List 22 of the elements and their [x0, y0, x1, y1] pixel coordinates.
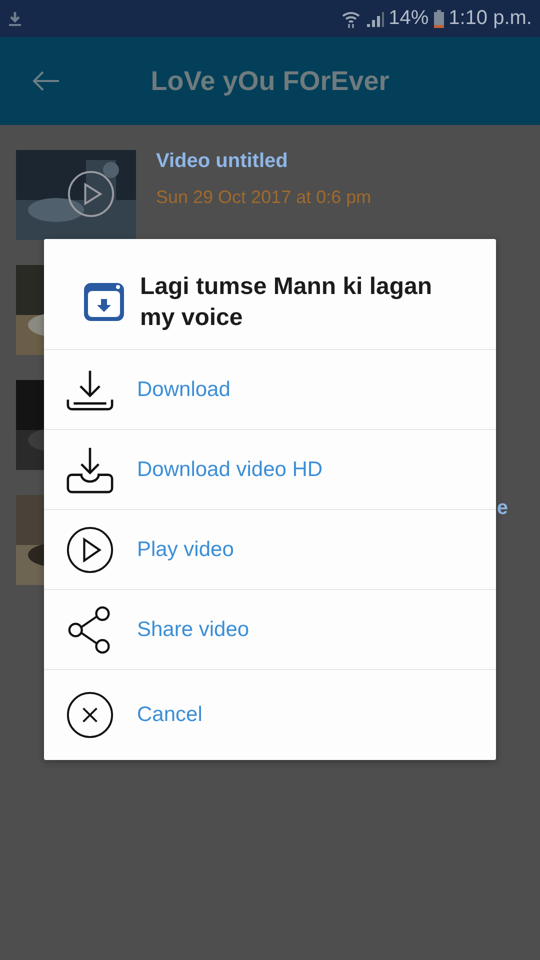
app-title: LoVe yOu FOrEver: [150, 66, 390, 96]
video-date: Sun 29 Oct 2017 at 0:6 pm: [156, 187, 372, 208]
battery-percent: 14%: [388, 7, 429, 30]
action-item[interactable]: Cancel: [44, 670, 496, 760]
play-icon: [67, 170, 115, 218]
video-title: e: [496, 497, 508, 520]
battery-icon: [434, 10, 444, 28]
action-item[interactable]: Play video: [44, 510, 496, 590]
clock: 1:10 p.m.: [448, 7, 532, 30]
back-arrow-icon[interactable]: [32, 71, 60, 91]
wifi-icon: [340, 10, 361, 28]
action-item[interactable]: Download: [44, 350, 496, 430]
signal-icon: [366, 10, 384, 26]
download-app-icon: [82, 281, 126, 323]
download-tray-icon: [66, 446, 114, 494]
play-icon: [66, 526, 114, 574]
action-item[interactable]: Share video: [44, 590, 496, 670]
dialog-title: Lagi tumse Mann ki lagan my voice: [140, 272, 434, 333]
action-item[interactable]: Download video HD: [44, 430, 496, 510]
download-icon: [8, 10, 22, 26]
video-title: Video untitled: [156, 150, 289, 173]
close-icon: [66, 691, 114, 739]
